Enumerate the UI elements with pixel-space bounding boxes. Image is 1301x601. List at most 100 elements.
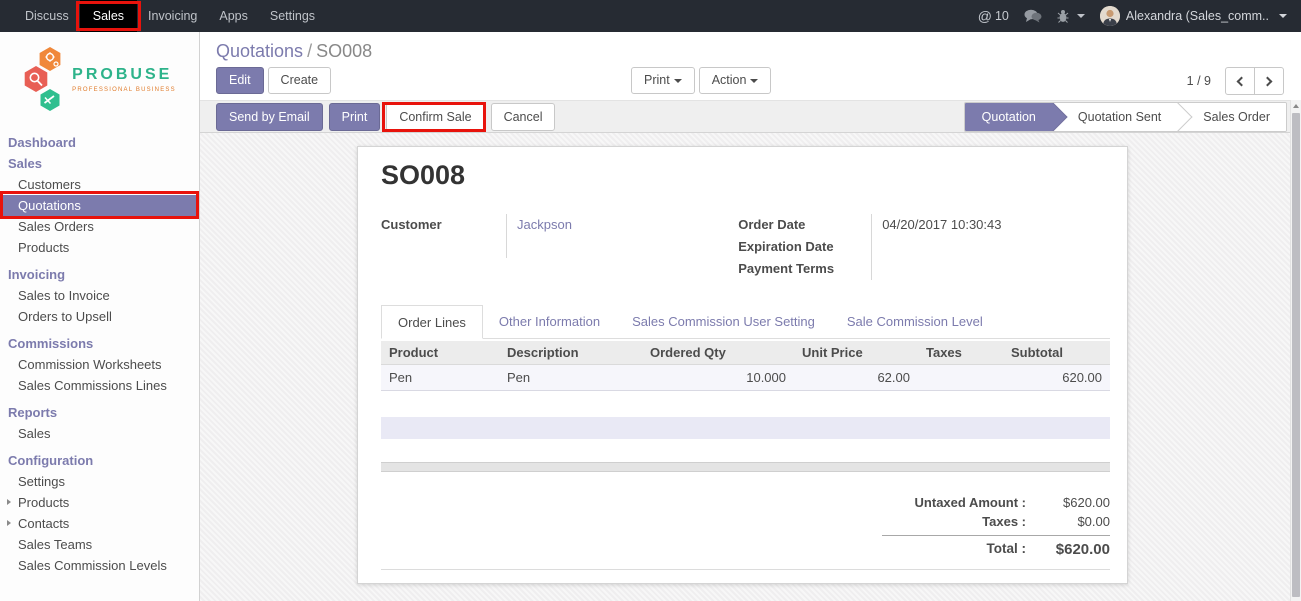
customer-value[interactable]: Jackpson [506,214,738,236]
systray: @ 10 [978,0,1287,32]
menu-discuss[interactable]: Discuss [14,0,80,32]
sidebar-item-sales-orders[interactable]: Sales Orders [0,216,199,237]
col-ordered-qty: Ordered Qty [642,341,794,365]
chevron-down-icon [674,79,682,83]
chat-bubbles-icon [1024,9,1042,23]
screen: Discuss Sales Invoicing Apps Settings @ … [0,0,1301,601]
sidebar-item-quotations[interactable]: Quotations [0,195,199,216]
sidebar-item-config-products[interactable]: Products [0,492,199,513]
avatar [1100,6,1120,26]
sidebar-header-configuration: Configuration [0,450,199,471]
empty-label [381,236,506,258]
bug-icon [1057,9,1069,23]
chevron-right-icon [1263,76,1273,86]
menu-settings[interactable]: Settings [259,0,326,32]
edit-button[interactable]: Edit [216,67,264,94]
print-dropdown-button[interactable]: Print [631,67,695,94]
order-date-value: 04/20/2017 10:30:43 [871,214,1110,236]
action-buttons: Print Action [631,67,771,94]
sidebar-item-sales-commission-levels[interactable]: Sales Commission Levels [0,555,199,576]
menu-invoicing[interactable]: Invoicing [137,0,208,32]
field-order-date: Order Date 04/20/2017 10:30:43 [738,214,1110,236]
control-panel: Quotations/SO008 Edit Create Print Actio… [200,32,1301,100]
table-row[interactable]: Pen Pen 10.000 62.00 620.00 [381,365,1110,391]
expand-arrow-icon [7,499,11,505]
sidebar: PROBUSE PROFESSIONAL BUSINESS Dashboard … [0,32,200,601]
topbar-menus: Discuss Sales Invoicing Apps Settings [14,0,326,32]
sidebar-item-settings[interactable]: Settings [0,471,199,492]
cancel-button[interactable]: Cancel [491,103,556,131]
taxes-value: $0.00 [1038,514,1110,529]
table-header-row: Product Description Ordered Qty Unit Pri… [381,341,1110,365]
content-area: SO008 Customer Jackpson [200,133,1301,601]
stage-quotation[interactable]: Quotation [965,103,1052,131]
record-title: SO008 [381,160,1110,191]
topbar: Discuss Sales Invoicing Apps Settings @ … [0,0,1301,32]
sidebar-item-reports-sales[interactable]: Sales [0,423,199,444]
form-sheet: SO008 Customer Jackpson [357,146,1128,584]
breadcrumb-quotations[interactable]: Quotations [216,41,303,61]
menu-apps[interactable]: Apps [208,0,259,32]
horizontal-scrollbar[interactable] [381,462,1110,472]
probuse-logo-text: PROBUSE PROFESSIONAL BUSINESS [72,66,176,93]
sidebar-item-orders-to-upsell[interactable]: Orders to Upsell [0,306,199,327]
cell-description: Pen [499,365,642,391]
field-groups: Customer Jackpson Order Date 04/20/2017 … [381,214,1110,280]
untaxed-amount-row: Untaxed Amount : $620.00 [882,493,1110,512]
user-menu[interactable]: Alexandra (Sales_comm.. [1100,6,1287,26]
sidebar-item-sales-teams[interactable]: Sales Teams [0,534,199,555]
send-by-email-button[interactable]: Send by Email [216,103,323,131]
vertical-scrollbar[interactable] [1290,100,1301,601]
chevron-down-icon [750,79,758,83]
sidebar-item-contacts[interactable]: Contacts [0,513,199,534]
chevron-left-icon [1237,76,1247,86]
scrollbar-thumb[interactable] [1292,113,1300,597]
sidebar-item-commission-worksheets[interactable]: Commission Worksheets [0,354,199,375]
field-customer-filler [381,236,738,258]
pager-value: 1 / 9 [1187,74,1211,88]
sidebar-header-invoicing: Invoicing [0,264,199,285]
pager-previous-button[interactable] [1225,67,1255,95]
stage-sales-order[interactable]: Sales Order [1177,103,1286,131]
tab-sale-commission-level[interactable]: Sale Commission Level [831,306,999,338]
confirm-sale-button[interactable]: Confirm Sale [386,103,484,131]
payment-terms-label: Payment Terms [738,258,871,280]
section-dashboard: Dashboard [0,132,199,153]
notebook-tabs: Order Lines Other Information Sales Comm… [381,306,1110,339]
menu-sales[interactable]: Sales [80,0,137,32]
main-area: Quotations/SO008 Edit Create Print Actio… [200,32,1301,601]
debug-menu[interactable] [1057,9,1085,23]
probuse-logo-hexagons [23,45,67,113]
cell-unit-price: 62.00 [794,365,918,391]
field-payment-terms: Payment Terms [738,258,1110,280]
sidebar-item-customers[interactable]: Customers [0,174,199,195]
sidebar-item-sales-to-invoice[interactable]: Sales to Invoice [0,285,199,306]
section-invoicing: Invoicing Sales to Invoice Orders to Ups… [0,264,199,327]
stage-quotation-sent[interactable]: Quotation Sent [1052,103,1177,131]
breadcrumb: Quotations/SO008 [216,41,372,62]
create-button[interactable]: Create [268,67,332,94]
pager: 1 / 9 [1187,67,1284,95]
messages-icon[interactable] [1024,9,1042,23]
expiration-date-value [871,236,1110,258]
field-expiration-date: Expiration Date [738,236,1110,258]
pager-next-button[interactable] [1254,67,1284,95]
mention-count: 10 [995,9,1009,23]
mention-counter[interactable]: @ 10 [978,8,1009,24]
tab-sales-commission-user-setting[interactable]: Sales Commission User Setting [616,306,831,338]
cell-product: Pen [381,365,499,391]
breadcrumb-separator: / [307,41,312,61]
col-unit-price: Unit Price [794,341,918,365]
sidebar-item-sales-commissions-lines[interactable]: Sales Commissions Lines [0,375,199,396]
tab-order-lines[interactable]: Order Lines [381,305,483,339]
section-sales: Sales Customers Quotations Sales Orders … [0,153,199,258]
sidebar-item-products[interactable]: Products [0,237,199,258]
action-dropdown-button[interactable]: Action [699,67,772,94]
tab-other-information[interactable]: Other Information [483,306,616,338]
workflow-buttons: Send by Email Print Confirm Sale Cancel [216,103,555,131]
at-icon: @ [978,8,992,24]
print-button[interactable]: Print [329,103,381,131]
sheet-bottom-divider [381,569,1110,570]
scroll-up-button[interactable] [1291,100,1301,112]
logo-brand: PROBUSE [72,66,176,84]
